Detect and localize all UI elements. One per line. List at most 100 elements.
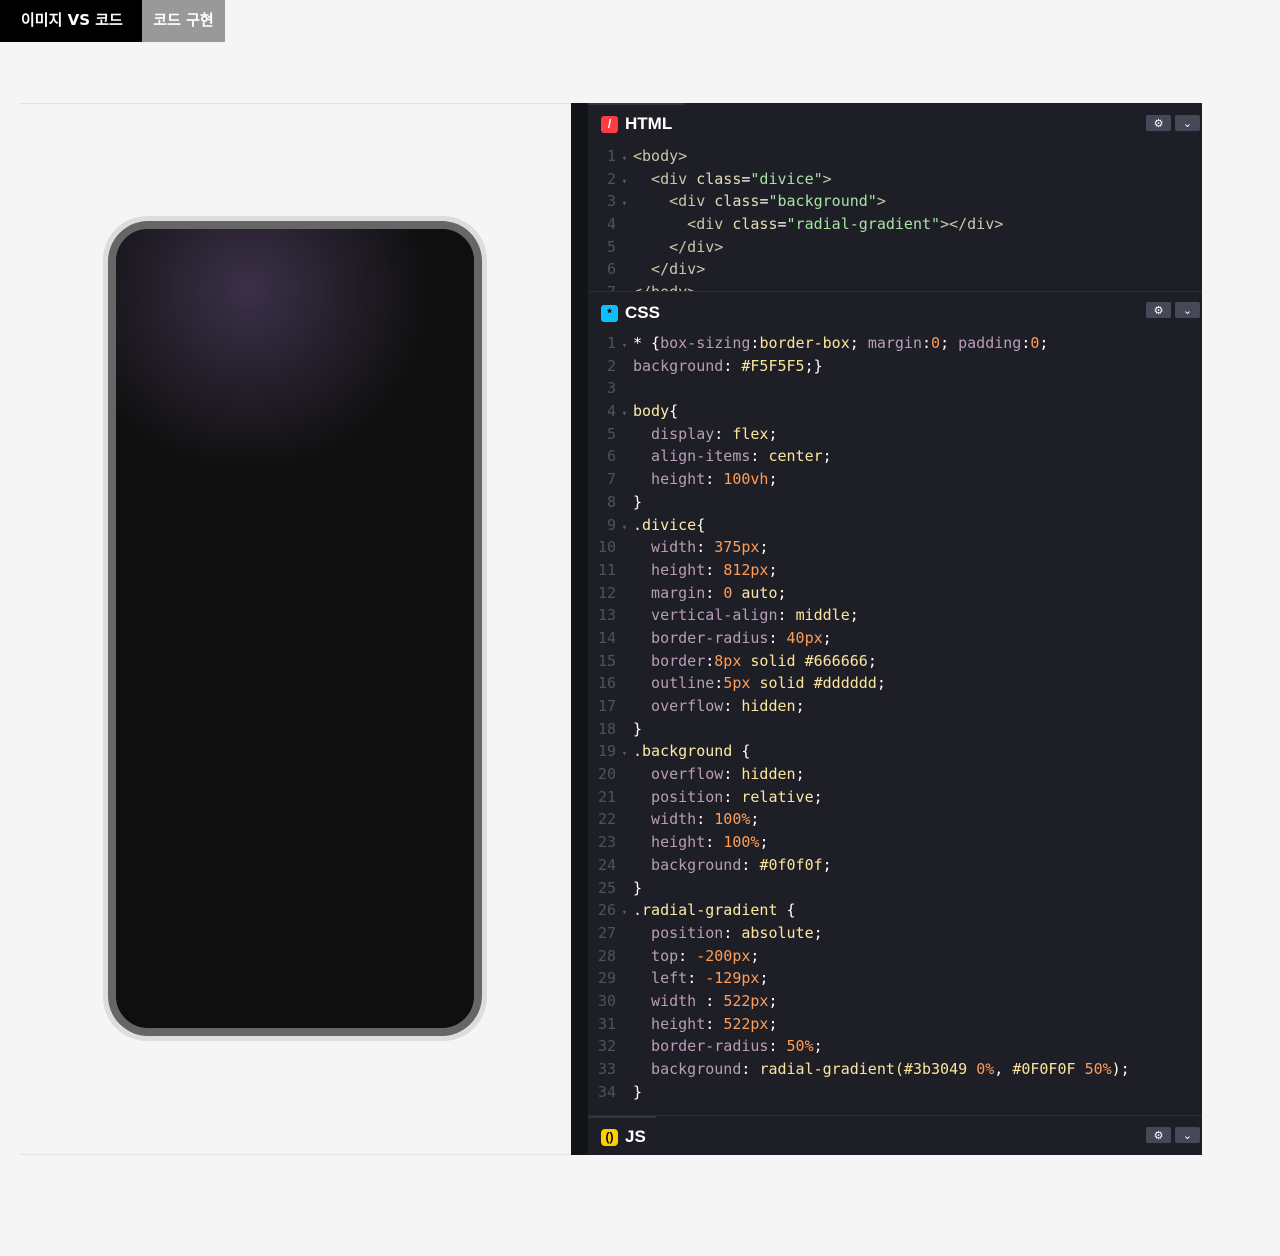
code-token: ; xyxy=(768,470,778,489)
css-code-line: 15 border:8px solid #666666; xyxy=(588,650,1202,673)
code-token: : xyxy=(723,765,742,784)
code-token: 50% xyxy=(1084,1060,1112,1078)
line-number: 3 xyxy=(606,379,616,398)
code-token: : xyxy=(768,628,787,647)
css-code-line: 16 outline:5px solid #dddddd; xyxy=(588,672,1202,695)
css-code-line: 19 ▾ .background { xyxy=(588,740,1202,763)
css-code-line: 31 height: 522px; xyxy=(588,1013,1202,1036)
code-token: height xyxy=(633,833,706,852)
code-token: .background xyxy=(633,742,733,761)
code-token: ; xyxy=(750,946,760,965)
gear-icon: ⚙ xyxy=(1153,1128,1164,1142)
css-code-line: 26 ▾ .radial-gradient { xyxy=(588,899,1202,922)
code-token: border-box xyxy=(759,334,850,352)
code-token: 5px xyxy=(723,674,751,693)
html-panel-header: / HTML ⚙ ⌄ xyxy=(588,103,1202,145)
code-token: overflow xyxy=(633,697,724,715)
line-number: 4 xyxy=(606,215,616,234)
css-code-line: 5 display: flex; xyxy=(588,423,1202,446)
line-number: 18 xyxy=(597,719,616,738)
css-code-line: 23 height: 100%; xyxy=(588,831,1202,854)
code-token: "radial-gradient" xyxy=(786,215,941,234)
html-code-area[interactable]: 1 ▾ <body> 2 ▾ <div class="divice"> 3 ▾ <div c… xyxy=(588,145,1202,291)
code-token: #F5F5F5 xyxy=(741,356,805,375)
css-code-line: 14 border-radius: 40px; xyxy=(588,627,1202,650)
line-number: 15 xyxy=(597,651,616,670)
css-code-line: 30 width : 522px; xyxy=(588,990,1202,1013)
code-token: height xyxy=(633,1014,706,1033)
code-token: ; xyxy=(795,765,805,784)
css-code-line: 22 width: 100%; xyxy=(588,808,1202,831)
code-token: #0F0F0F xyxy=(1012,1060,1085,1078)
css-code-line: 17 overflow: hidden; xyxy=(588,695,1202,718)
css-code-line: 8 } xyxy=(588,491,1202,514)
line-number: 23 xyxy=(597,833,616,852)
html-panel-tab-indicator xyxy=(588,103,685,105)
code-token: padding xyxy=(958,334,1022,352)
code-token: middle xyxy=(795,606,850,625)
line-number: 22 xyxy=(597,810,616,829)
code-token: ; xyxy=(813,787,823,806)
code-token: ; xyxy=(768,560,778,579)
code-token: margin xyxy=(633,583,706,602)
code-token: : xyxy=(705,833,724,852)
line-number: 11 xyxy=(597,560,616,579)
js-settings-button[interactable]: ⚙ xyxy=(1146,1127,1171,1143)
code-token: -129px xyxy=(705,969,760,988)
code-token: 522px xyxy=(723,991,769,1010)
line-number: 13 xyxy=(597,606,616,625)
code-token: display xyxy=(633,424,715,443)
css-settings-button[interactable]: ⚙ xyxy=(1146,302,1171,318)
code-token: ; xyxy=(1039,334,1049,352)
tab-image-vs-code[interactable]: 이미지 VS 코드 xyxy=(0,0,142,42)
code-token: : xyxy=(705,560,724,579)
html-code-line: 7 </body> xyxy=(588,281,1202,291)
line-number: 19 xyxy=(597,742,616,761)
radial-gradient-glow xyxy=(116,229,474,551)
line-number: 3 xyxy=(606,192,616,211)
code-token: ;} xyxy=(804,356,823,375)
code-token: : xyxy=(723,787,742,806)
code-token: height xyxy=(633,470,706,489)
code-token: ; xyxy=(777,583,787,602)
code-token: ; xyxy=(795,697,805,715)
html-settings-button[interactable]: ⚙ xyxy=(1146,115,1171,131)
html-icon: / xyxy=(601,115,618,133)
tab-code-implementation[interactable]: 코드 구현 xyxy=(142,0,225,42)
code-token: <div xyxy=(633,192,715,211)
js-panel-header: () JS ⚙ ⌄ xyxy=(588,1116,1202,1155)
line-number: 6 xyxy=(606,447,616,466)
code-token: : xyxy=(741,855,760,874)
code-token: : xyxy=(714,674,724,693)
code-token: ; xyxy=(813,923,823,942)
code-token: : xyxy=(750,447,769,466)
code-token: class xyxy=(696,169,742,188)
code-token: : xyxy=(922,334,932,352)
code-token: ; xyxy=(940,334,959,352)
code-token: 522px xyxy=(723,1014,769,1033)
css-code-area[interactable]: 1 ▾ * {box-sizing:border-box; margin:0; pa… xyxy=(588,332,1202,1114)
bottom-divider xyxy=(20,1154,571,1155)
line-number: 27 xyxy=(597,923,616,942)
css-code-line: 1 ▾ * {box-sizing:border-box; margin:0; pa… xyxy=(588,332,1202,355)
css-code-line: 21 position: relative; xyxy=(588,786,1202,809)
code-token: absolute xyxy=(741,923,814,942)
chevron-down-icon: ⌄ xyxy=(1182,116,1193,130)
code-token: * { xyxy=(633,334,661,352)
line-number: 6 xyxy=(606,260,616,279)
css-code-line: 13 vertical-align: middle; xyxy=(588,604,1202,627)
css-code-line: 11 height: 812px; xyxy=(588,559,1202,582)
code-token: ; xyxy=(759,833,769,852)
line-number: 21 xyxy=(597,787,616,806)
line-number: 7 xyxy=(606,470,616,489)
css-collapse-button[interactable]: ⌄ xyxy=(1175,302,1200,318)
html-collapse-button[interactable]: ⌄ xyxy=(1175,115,1200,131)
css-code-line: 34 } xyxy=(588,1081,1202,1104)
html-code-line: 6 </div> xyxy=(588,258,1202,281)
code-token: ; xyxy=(849,606,859,625)
js-collapse-button[interactable]: ⌄ xyxy=(1175,1127,1200,1143)
line-number: 31 xyxy=(597,1014,616,1033)
code-token: background xyxy=(633,356,724,375)
editor-resize-strip[interactable] xyxy=(571,103,588,1155)
line-number: 20 xyxy=(597,765,616,784)
